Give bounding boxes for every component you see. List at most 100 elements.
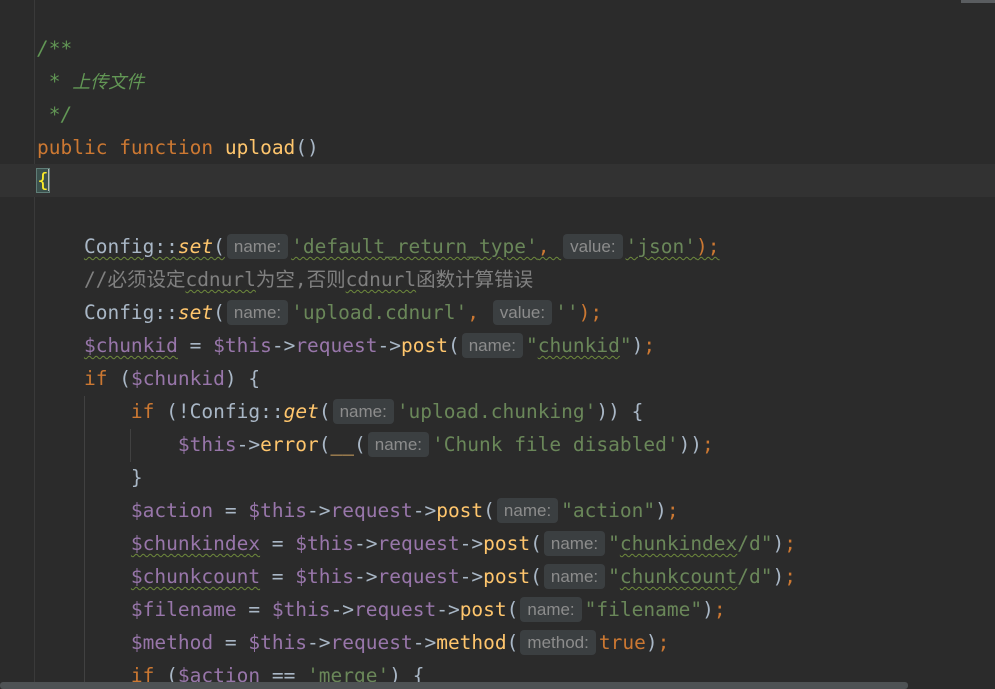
code-token: set xyxy=(177,301,214,324)
code-token: //必须设定 xyxy=(83,268,186,291)
code-token: chunkcount xyxy=(619,565,738,588)
code-token: = xyxy=(213,631,249,654)
code-token: ; xyxy=(666,499,679,522)
code-token: -> xyxy=(271,334,296,357)
code-token: ) xyxy=(655,499,667,522)
code-token: ; xyxy=(784,532,797,555)
horizontal-scrollbar[interactable] xyxy=(0,682,908,689)
code-token: = xyxy=(236,598,272,621)
parameter-hint: name: xyxy=(226,300,289,325)
code-line[interactable]: } xyxy=(0,461,995,494)
code-token: cdnurl xyxy=(345,268,417,291)
parameter-hint: name: xyxy=(461,333,523,358)
code-line[interactable]: Config::set(name:'default_return_type', … xyxy=(0,230,995,263)
code-token: $chunkcount xyxy=(130,565,261,588)
parameter-hint: name: xyxy=(367,432,430,457)
code-token: post xyxy=(483,565,531,588)
code-token: public xyxy=(37,136,120,159)
code-token: post xyxy=(459,598,507,621)
code-token: post xyxy=(483,532,531,555)
scrollbar-corner xyxy=(961,0,995,3)
code-token: $action xyxy=(130,499,214,522)
code-token: = xyxy=(260,532,296,555)
code-line[interactable]: $action = $this->request->post(name: "act… xyxy=(0,494,995,527)
code-token: 'upload.cdnurl' xyxy=(291,301,468,324)
code-token: -> xyxy=(377,334,401,357)
code-token: -> xyxy=(354,532,378,555)
code-token: )) xyxy=(678,433,703,456)
code-token: $this xyxy=(295,532,354,555)
code-token: $this xyxy=(213,334,272,357)
code-token: Config xyxy=(83,301,155,324)
code-token: '' xyxy=(555,301,579,324)
code-token: if xyxy=(83,367,120,390)
code-line[interactable]: * 上传文件 xyxy=(0,65,995,98)
code-line[interactable]: $method = $this->request->method(method:… xyxy=(0,626,995,659)
code-token: $filename xyxy=(130,598,237,621)
code-token: $this xyxy=(271,598,331,621)
code-token: if xyxy=(130,400,167,423)
code-token: :: xyxy=(154,235,178,258)
code-token: " xyxy=(619,334,632,357)
code-token: -> xyxy=(354,565,378,588)
code-token: " xyxy=(608,532,620,555)
code-token: )) { xyxy=(596,400,644,423)
code-token: ( xyxy=(506,598,519,621)
code-token: = xyxy=(177,334,214,357)
code-line[interactable]: $chunkcount = $this->request->post(name:… xyxy=(0,560,995,593)
code-token: /d" xyxy=(737,532,773,555)
parameter-hint: method: xyxy=(520,630,596,655)
code-token: ) xyxy=(702,598,714,621)
parameter-hint: value: xyxy=(563,234,623,259)
code-token: $chunkid xyxy=(83,334,178,357)
code-token: ( xyxy=(530,565,542,588)
code-line[interactable]: /** xyxy=(0,32,995,65)
code-token: error xyxy=(260,433,319,456)
code-line[interactable]: if ($chunkid) { xyxy=(0,362,995,395)
code-token: :: xyxy=(154,301,178,324)
code-token: $this xyxy=(248,499,308,522)
code-token: /d" xyxy=(737,565,773,588)
code-token: ( xyxy=(506,631,519,654)
code-token: ; xyxy=(702,433,714,456)
code-token: 'json' xyxy=(625,235,696,258)
code-token: -> xyxy=(412,631,437,654)
code-token: request xyxy=(354,598,437,621)
code-token: ) xyxy=(772,565,785,588)
code-line[interactable]: $chunkid = $this->request->post(name: "ch… xyxy=(0,329,995,362)
code-line[interactable]: //必须设定cdnurl为空,否则cdnurl函数计算错误 xyxy=(0,263,995,296)
code-token: "filename" xyxy=(584,598,703,621)
code-line[interactable]: */ xyxy=(0,98,995,131)
code-token: () xyxy=(295,136,319,159)
parameter-hint: name: xyxy=(543,564,606,589)
code-token: request xyxy=(330,499,413,522)
code-token: -> xyxy=(459,565,484,588)
code-line[interactable]: public function upload() xyxy=(0,131,995,164)
code-token: ( xyxy=(318,400,331,423)
code-line-current[interactable]: { xyxy=(0,164,995,197)
code-line[interactable]: Config::set(name:'upload.cdnurl', value:… xyxy=(0,296,995,329)
code-token: ); xyxy=(578,301,603,324)
indent-guide xyxy=(130,429,131,462)
parameter-hint: name: xyxy=(496,498,559,523)
code-token: $this xyxy=(248,631,308,654)
code-editor[interactable]: /** * 上传文件 */public function upload(){ C… xyxy=(0,0,995,689)
code-line[interactable]: $filename = $this->request->post(name: "f… xyxy=(0,593,995,626)
code-token: " xyxy=(525,334,538,357)
code-token: $chunkindex xyxy=(130,532,261,555)
code-token: cdnurl xyxy=(185,268,256,291)
code-token: = xyxy=(213,499,249,522)
code-token: 'upload.chunking' xyxy=(396,400,597,423)
code-line[interactable]: $this->error(__(name: 'Chunk file disable… xyxy=(0,428,995,461)
code-line[interactable] xyxy=(0,197,995,230)
code-token: , xyxy=(537,235,562,258)
code-token: "action" xyxy=(561,499,656,522)
code-token: Config xyxy=(189,400,261,423)
code-line[interactable]: $chunkindex = $this->request->post(name:… xyxy=(0,527,995,560)
code-token: } xyxy=(130,466,143,489)
code-token: /** xyxy=(37,37,73,60)
code-line[interactable]: if (!Config::get(name:'upload.chunking')… xyxy=(0,395,995,428)
code-token: , xyxy=(467,301,491,324)
